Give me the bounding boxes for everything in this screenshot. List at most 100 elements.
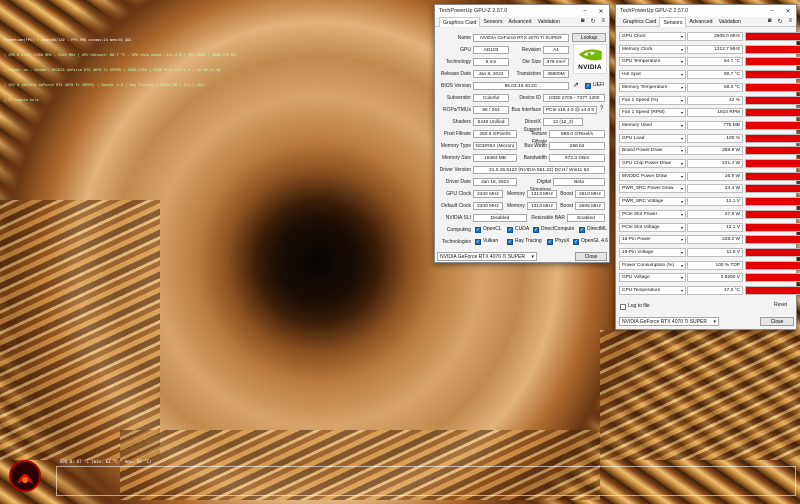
furmark-logo-icon xyxy=(9,460,41,492)
sensor-graph-fill xyxy=(746,109,800,117)
sensor-name: PCIe Slot Voltage xyxy=(622,224,660,230)
sensor-name-dropdown[interactable]: PWR_SRC Voltage ▾ xyxy=(619,197,686,207)
lookup-button[interactable]: Lookup xyxy=(572,33,606,42)
tab-sensors[interactable]: Sensors xyxy=(480,17,505,27)
sensor-row: Memory Clock ▾ 1312.7 MHz xyxy=(619,44,800,55)
sensor-value: 47.0 °C xyxy=(687,286,743,295)
sensor-value: 100 % TDP xyxy=(687,260,743,270)
close-icon[interactable]: ✕ xyxy=(593,8,609,15)
technology-value: 5 nm xyxy=(473,58,509,66)
transistors-value: 45900M xyxy=(543,70,569,78)
sensor-name-dropdown[interactable]: 16-Pin Power ▾ xyxy=(619,235,686,245)
sensor-value: 1610 RPM xyxy=(687,108,743,118)
sensor-name-dropdown[interactable]: Memory Clock ▾ xyxy=(619,44,686,54)
gpu-select[interactable]: NVIDIA GeForce RTX 4070 Ti SUPER ▾ xyxy=(437,252,537,261)
title-bar: TechPowerUp GPU-Z 2.57.0 – ✕ xyxy=(435,5,609,17)
tab-advanced[interactable]: Advanced xyxy=(505,17,534,27)
sensor-graph xyxy=(745,120,800,130)
tab-validation[interactable]: Validation xyxy=(716,17,744,27)
help-icon[interactable]: ? xyxy=(600,106,603,112)
minimize-icon[interactable]: – xyxy=(577,8,593,14)
close-button[interactable]: Close xyxy=(575,252,607,261)
menu-icon[interactable]: ≡ xyxy=(788,18,792,25)
sensor-graph-fill xyxy=(746,223,800,231)
sensor-row: PWR_SRC Power Draw ▾ 24.4 W xyxy=(619,183,800,194)
gpu-select[interactable]: NVIDIA GeForce RTX 4070 Ti SUPER ▾ xyxy=(619,317,719,326)
sensor-name-dropdown[interactable]: Fan 1 Speed (%) ▾ xyxy=(619,95,686,105)
tab-graphics-card[interactable]: Graphics Card xyxy=(439,16,481,27)
technology-label: Technology xyxy=(445,59,471,65)
tab-sensors[interactable]: Sensors xyxy=(659,16,687,27)
sensor-name-dropdown[interactable]: Power Consumption (%) ▾ xyxy=(619,260,686,270)
chevron-down-icon: ▾ xyxy=(680,148,683,154)
sensor-name-dropdown[interactable]: CPU Temperature ▾ xyxy=(619,286,686,295)
temp-readout: GPU 0: 67 °C (min: 61 °C - max: 67 °C) xyxy=(60,459,152,464)
sensor-graph-fill xyxy=(746,121,800,129)
sensor-name-dropdown[interactable]: 16-Pin Voltage ▾ xyxy=(619,247,686,257)
sensor-name-dropdown[interactable]: PWR_SRC Power Draw ▾ xyxy=(619,184,686,194)
sensor-name: GPU Voltage xyxy=(622,275,650,281)
technologies-label: Technologies xyxy=(441,239,471,245)
refresh-icon[interactable]: ↻ xyxy=(777,18,782,25)
sensor-name-dropdown[interactable]: Memory Used ▾ xyxy=(619,120,686,130)
close-icon[interactable]: ✕ xyxy=(780,8,796,15)
sensor-row: MVDDC Power Draw ▾ 16.9 W xyxy=(619,171,800,182)
sensor-row: 16-Pin Voltage ▾ 11.9 V xyxy=(619,247,800,258)
device-id-label: Device ID xyxy=(519,95,541,101)
sensor-name: Board Power Draw xyxy=(622,148,663,154)
revision-value: A1 xyxy=(543,46,569,54)
sensor-name-dropdown[interactable]: MVDDC Power Draw ▾ xyxy=(619,171,686,181)
share-icon[interactable]: ⇗ xyxy=(573,81,579,89)
camera-icon[interactable]: ◙ xyxy=(768,18,772,25)
osd-overlay: Frametime(FPS) : Vsync60/120 - FPS:996 u… xyxy=(4,28,236,108)
sensor-name-dropdown[interactable]: GPU Voltage ▾ xyxy=(619,273,686,283)
chevron-down-icon: ▾ xyxy=(531,254,534,260)
sensor-name-dropdown[interactable]: GPU Chip Power Draw ▾ xyxy=(619,159,686,168)
close-button[interactable]: Close xyxy=(760,317,794,326)
sensor-name-dropdown[interactable]: GPU Clock ▾ xyxy=(619,32,686,41)
opengl-checkbox: ✓ xyxy=(573,239,579,245)
sensor-name-dropdown[interactable]: GPU Temperature ▾ xyxy=(619,57,686,67)
reset-button[interactable]: Reset xyxy=(774,301,787,309)
sensor-graph xyxy=(745,44,800,54)
sensor-name: 16-Pin Power xyxy=(622,237,651,243)
sensor-name-dropdown[interactable]: Board Power Draw ▾ xyxy=(619,146,686,156)
sensor-graph xyxy=(745,197,800,207)
refresh-icon[interactable]: ↻ xyxy=(590,18,595,25)
uefi-checkbox[interactable]: ✓ xyxy=(585,83,591,89)
directml-checkbox: ✓ xyxy=(579,227,585,233)
camera-icon[interactable]: ◙ xyxy=(581,18,585,25)
sensor-name-dropdown[interactable]: Hot Spot ▾ xyxy=(619,70,686,80)
sensor-graph xyxy=(745,235,800,245)
sensor-value: 100 % xyxy=(687,133,743,143)
memory-type-label: Memory Type xyxy=(440,143,471,149)
sensor-graph-fill xyxy=(746,248,800,256)
chevron-down-icon: ▾ xyxy=(680,84,683,90)
bandwidth-label: Bandwidth xyxy=(523,155,547,161)
chevron-down-icon: ▾ xyxy=(680,275,683,281)
sensor-name-dropdown[interactable]: Memory Temperature ▾ xyxy=(619,82,686,92)
gpu-clock-label: GPU Clock xyxy=(446,191,471,197)
menu-icon[interactable]: ≡ xyxy=(601,18,605,25)
chevron-down-icon: ▾ xyxy=(680,224,683,230)
ray-tracing-checkbox: ✓ xyxy=(507,239,513,245)
tab-advanced[interactable]: Advanced xyxy=(686,17,715,27)
tab-graphics-card[interactable]: Graphics Card xyxy=(620,17,659,27)
bandwidth-value: 672.3 GB/s xyxy=(549,154,605,162)
texture-fillrate-value: 689.0 GTexel/s xyxy=(549,130,605,138)
cuda-checkbox: ✓ xyxy=(507,227,513,233)
transistors-label: Transistors xyxy=(516,71,541,77)
sensor-name-dropdown[interactable]: GPU Load ▾ xyxy=(619,133,686,143)
minimize-icon[interactable]: – xyxy=(764,8,780,14)
sensor-graph-fill xyxy=(746,236,800,244)
tab-validation[interactable]: Validation xyxy=(535,17,563,27)
sensor-name-dropdown[interactable]: Fan 1 Speed (RPM) ▾ xyxy=(619,108,686,118)
opencl-checkbox: ✓ xyxy=(475,227,481,233)
log-to-file-checkbox[interactable] xyxy=(620,304,626,310)
digital-signature-value: Beta xyxy=(553,178,605,186)
chevron-down-icon: ▾ xyxy=(680,249,683,255)
sensor-name-dropdown[interactable]: PCIe Slot Voltage ▾ xyxy=(619,222,686,232)
directcompute-label: DirectCompute xyxy=(541,226,575,232)
sensor-graph-fill xyxy=(746,83,800,91)
sensor-name-dropdown[interactable]: PCIe Slot Power ▾ xyxy=(619,209,686,219)
